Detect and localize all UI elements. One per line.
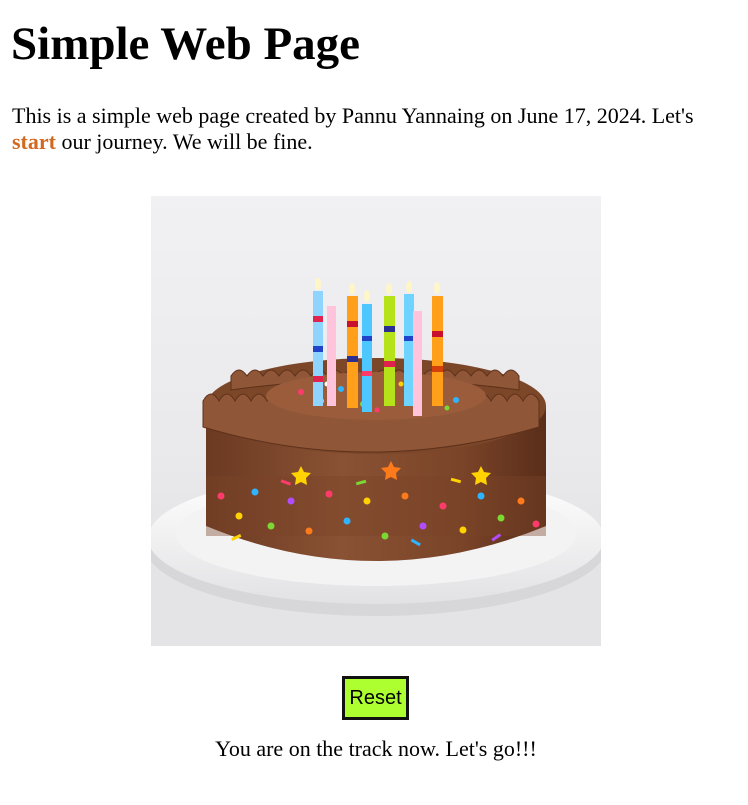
status-message: You are on the track now. Let's go!!!	[215, 736, 537, 761]
intro-text-after: our journey. We will be fine.	[55, 129, 313, 154]
reset-button[interactable]: Reset	[342, 676, 409, 720]
cake-illustration	[151, 196, 601, 646]
intro-paragraph: This is a simple web page created by Pan…	[12, 103, 732, 155]
cake-image	[151, 196, 601, 646]
intro-text-before: This is a simple web page created by Pan…	[12, 103, 694, 128]
page-title: Simple Web Page	[11, 18, 361, 70]
intro-highlight-start: start	[12, 129, 56, 154]
